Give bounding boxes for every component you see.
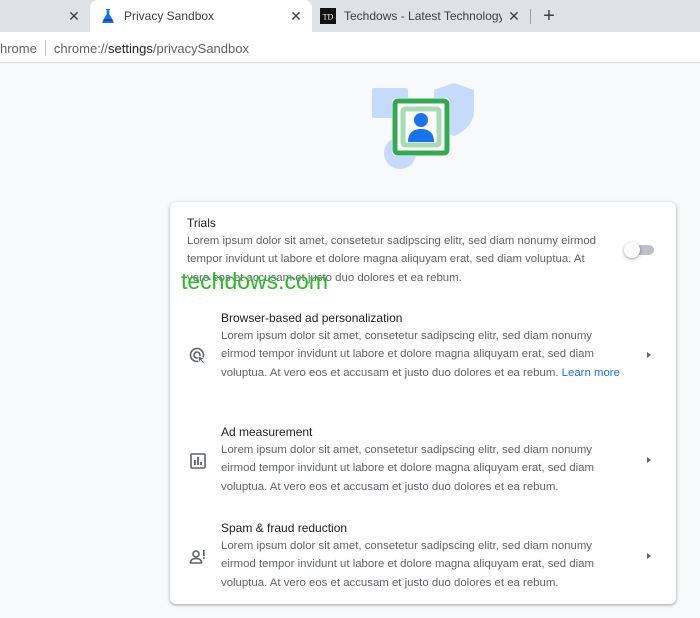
privacy-sandbox-illustration <box>372 83 474 169</box>
flask-icon <box>102 9 114 23</box>
trials-toggle[interactable] <box>624 242 656 258</box>
tab-privacy-sandbox[interactable]: Privacy Sandbox ✕ <box>90 0 312 32</box>
chevron-right-icon <box>647 457 651 463</box>
ad-personalization-title: Browser-based ad personalization <box>221 311 403 325</box>
tab-separator <box>530 9 531 24</box>
ad-personalization-description: Lorem ipsum dolor sit amet, consetetur s… <box>221 330 620 379</box>
close-tab-icon[interactable]: ✕ <box>506 8 522 24</box>
close-tab-icon[interactable]: ✕ <box>288 8 304 24</box>
td-logo-icon: TD <box>320 8 336 24</box>
tab-techdows[interactable]: TD Techdows - Latest Technology News ✕ <box>312 0 530 32</box>
omnibox-divider <box>44 40 46 56</box>
toolbar: hrome chrome://settings/privacySandbox <box>0 32 700 63</box>
url-text[interactable]: chrome://settings/privacySandbox <box>54 41 249 56</box>
address-bar[interactable]: hrome chrome://settings/privacySandbox <box>0 34 700 62</box>
settings-page: Trials Lorem ipsum dolor sit amet, conse… <box>0 64 700 618</box>
ad-personalization-icon <box>189 347 207 365</box>
spam-fraud-description: Lorem ipsum dolor sit amet, consetetur s… <box>221 540 594 589</box>
spam-fraud-title: Spam & fraud reduction <box>221 521 348 535</box>
site-chip[interactable]: hrome <box>0 41 37 56</box>
learn-more-link[interactable]: Learn more <box>562 367 620 379</box>
ad-measurement-title: Ad measurement <box>221 425 313 439</box>
svg-text:TD: TD <box>323 13 334 22</box>
site-watermark: techdows.com <box>181 268 329 294</box>
trials-title: Trials <box>187 216 216 230</box>
privacy-sandbox-card: Trials Lorem ipsum dolor sit amet, conse… <box>170 202 676 604</box>
ad-measurement-description: Lorem ipsum dolor sit amet, consetetur s… <box>221 444 594 493</box>
close-previous-tab-icon[interactable]: ✕ <box>66 8 82 24</box>
chevron-right-icon <box>647 352 651 358</box>
tab-title: Techdows - Latest Technology News <box>344 9 502 23</box>
bar-chart-icon <box>190 453 206 469</box>
tab-strip: ✕ Privacy Sandbox ✕ TD Techdows - Latest… <box>0 0 700 32</box>
person-alert-icon <box>189 550 205 564</box>
chevron-right-icon <box>647 553 651 559</box>
new-tab-button[interactable]: + <box>538 6 560 26</box>
tab-title: Privacy Sandbox <box>124 9 215 23</box>
toggle-knob <box>624 242 640 258</box>
